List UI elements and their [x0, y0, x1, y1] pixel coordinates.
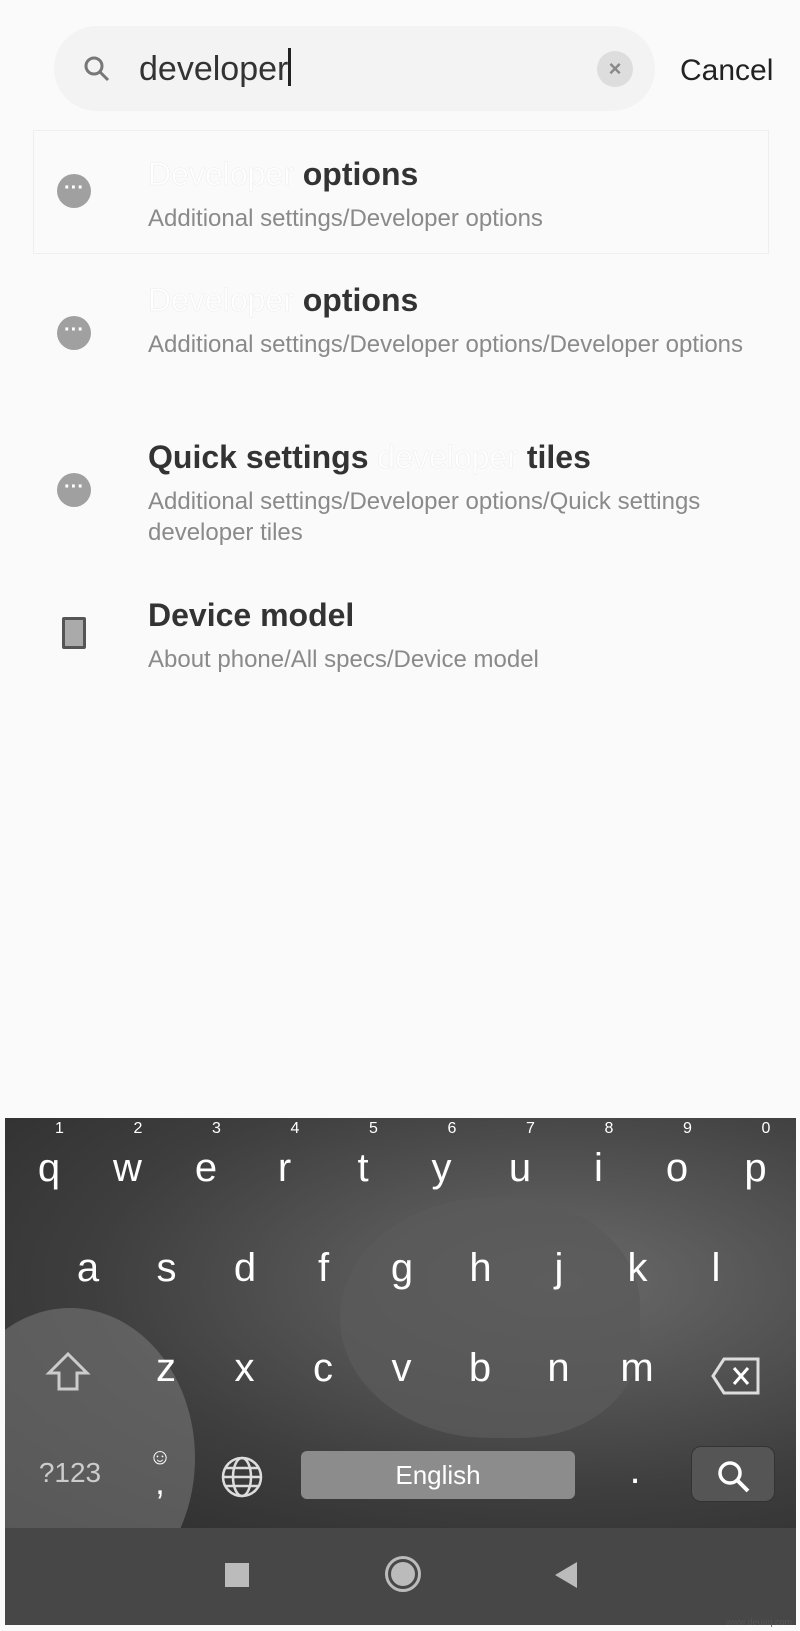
shift-icon[interactable] — [45, 1351, 91, 1393]
key-c[interactable]: c — [293, 1346, 353, 1391]
result-title: Device model — [148, 597, 355, 633]
key-d[interactable]: d — [215, 1246, 275, 1291]
watermark: www.deuaq.com — [725, 1617, 792, 1627]
navigation-bar — [5, 1528, 796, 1625]
key-m[interactable]: m — [607, 1346, 667, 1391]
period-key[interactable]: . — [605, 1448, 665, 1493]
key-l[interactable]: l — [686, 1246, 746, 1291]
symbols-key[interactable]: ?123 — [35, 1457, 105, 1489]
key-u[interactable]: u — [490, 1146, 550, 1191]
key-y[interactable]: y — [412, 1146, 472, 1191]
search-key[interactable] — [691, 1446, 775, 1502]
more-icon: ··· — [57, 473, 91, 507]
key-i[interactable]: i — [569, 1146, 629, 1191]
key-t[interactable]: t — [333, 1146, 393, 1191]
globe-icon[interactable] — [220, 1455, 264, 1499]
key-e[interactable]: e — [176, 1146, 236, 1191]
key-h[interactable]: h — [451, 1246, 511, 1291]
phone-icon — [62, 617, 86, 649]
search-icon — [84, 56, 110, 82]
cancel-button[interactable]: Cancel — [680, 54, 773, 88]
key-b[interactable]: b — [450, 1346, 510, 1391]
key-hint-3: 3 — [212, 1120, 221, 1137]
search-input[interactable]: developer — [139, 48, 292, 89]
key-hint-6: 6 — [447, 1120, 457, 1137]
result-title: Quick settings developer tiles — [148, 439, 591, 476]
backspace-icon[interactable] — [710, 1356, 762, 1396]
key-j[interactable]: j — [529, 1246, 589, 1291]
keyboard: q 1 w 2 e 3 r 4 t 5 y 6 u 7 i 8 o 9 p 0 asdfghjkl zxcvbnm ?12… — [5, 1118, 796, 1528]
result-title: Developer options — [148, 282, 419, 319]
key-n[interactable]: n — [529, 1346, 589, 1391]
key-k[interactable]: k — [608, 1246, 668, 1291]
key-hint-2: 2 — [133, 1120, 143, 1137]
key-hint-9: 9 — [683, 1120, 692, 1137]
result-path: Additional settings/Developer options/De… — [148, 331, 744, 358]
key-w[interactable]: w — [98, 1146, 158, 1191]
search-icon — [718, 1461, 750, 1493]
key-q[interactable]: q — [19, 1146, 79, 1191]
result-path: About phone/All specs/Device model — [148, 646, 539, 673]
more-icon: ··· — [57, 174, 91, 208]
space-bar[interactable]: English — [301, 1451, 575, 1499]
key-g[interactable]: g — [372, 1246, 432, 1291]
key-p[interactable]: p — [726, 1146, 786, 1191]
result-title: Developer options — [148, 156, 419, 193]
key-o[interactable]: o — [647, 1146, 707, 1191]
more-icon: ··· — [57, 316, 91, 350]
recents-button[interactable] — [225, 1563, 249, 1587]
search-bar[interactable]: developer × — [54, 26, 655, 111]
result-path: Additional settings/Developer options — [148, 205, 543, 232]
key-hint-7: 7 — [526, 1120, 535, 1137]
key-r[interactable]: r — [255, 1146, 315, 1191]
home-button[interactable] — [385, 1556, 421, 1592]
key-x[interactable]: x — [215, 1346, 275, 1391]
key-hint-0: 0 — [761, 1120, 771, 1137]
back-button[interactable] — [555, 1562, 577, 1588]
key-f[interactable]: f — [294, 1246, 354, 1291]
key-z[interactable]: z — [136, 1346, 196, 1391]
key-v[interactable]: v — [372, 1346, 432, 1391]
clear-icon[interactable]: × — [597, 51, 633, 87]
key-s[interactable]: s — [137, 1246, 197, 1291]
key-a[interactable]: a — [58, 1246, 118, 1291]
result-path: Additional settings/Developer options/Qu… — [148, 488, 701, 546]
key-hint-1: 1 — [55, 1120, 64, 1137]
key-hint-5: 5 — [369, 1120, 378, 1137]
key-hint-4: 4 — [290, 1120, 300, 1137]
key-hint-8: 8 — [604, 1120, 614, 1137]
comma-key[interactable]: , — [140, 1464, 180, 1503]
